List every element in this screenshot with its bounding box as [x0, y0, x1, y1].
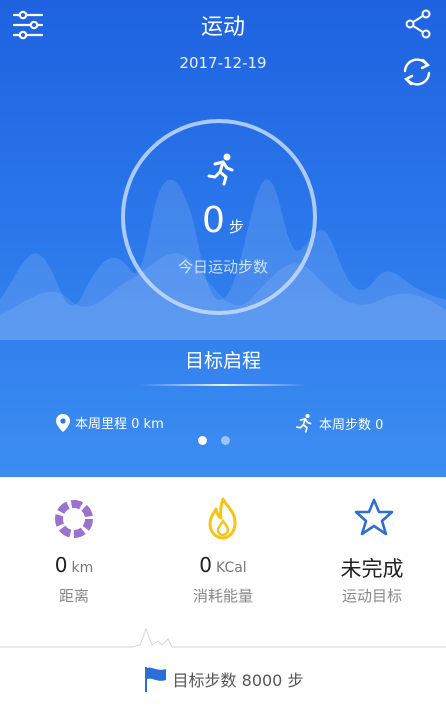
flame-icon: [208, 497, 237, 540]
runner-icon: [207, 153, 234, 186]
runner-icon: [296, 413, 312, 433]
today-steps-value: 0: [202, 200, 225, 241]
goal-status-label: 运动目标: [341, 587, 402, 605]
today-steps-unit: 步: [228, 218, 244, 236]
distance-label: 距离: [58, 587, 89, 605]
page-title: 运动: [200, 15, 245, 40]
donut-ring-icon: [55, 500, 93, 538]
pager-dots[interactable]: [198, 436, 230, 445]
today-steps-label: 今日运动步数: [177, 258, 268, 276]
flag-icon: [144, 667, 166, 692]
hero-panel: 运动 2017-12-19 0步 今日运动步数 目标启程 本周里程 0 km 本…: [0, 0, 446, 477]
share-icon[interactable]: [402, 8, 434, 40]
week-steps-label: 本周步数 0: [319, 417, 384, 433]
goal-title-underline: [140, 384, 306, 386]
location-pin-icon: [56, 413, 70, 432]
goal-steps-label: 目标步数 8000 步: [172, 671, 304, 690]
week-distance-label: 本周里程 0 km: [75, 417, 164, 432]
distance-number: 0: [54, 553, 68, 577]
calories-number: 0: [199, 553, 213, 577]
calories-value: 0 KCal: [149, 553, 297, 577]
distance-value: 0 km: [0, 553, 148, 577]
goal-steps-footer[interactable]: 目标步数 8000 步: [0, 665, 446, 693]
sync-icon[interactable]: [398, 55, 436, 89]
pager-dot-1[interactable]: [198, 436, 207, 445]
goal-status-value: 未完成: [340, 557, 404, 581]
distance-unit: km: [71, 560, 94, 576]
calories-label: 消耗能量: [192, 587, 253, 605]
current-date: 2017-12-19: [179, 54, 267, 72]
calories-unit: KCal: [216, 560, 247, 576]
week-distance: 本周里程 0 km: [56, 413, 164, 432]
pulse-line-decoration: [0, 627, 446, 648]
goal-title[interactable]: 目标启程: [0, 346, 446, 373]
star-icon: [354, 498, 394, 536]
today-steps: 0步: [0, 200, 446, 241]
pager-dot-2[interactable]: [221, 436, 230, 445]
week-steps: 本周步数 0: [294, 413, 383, 433]
